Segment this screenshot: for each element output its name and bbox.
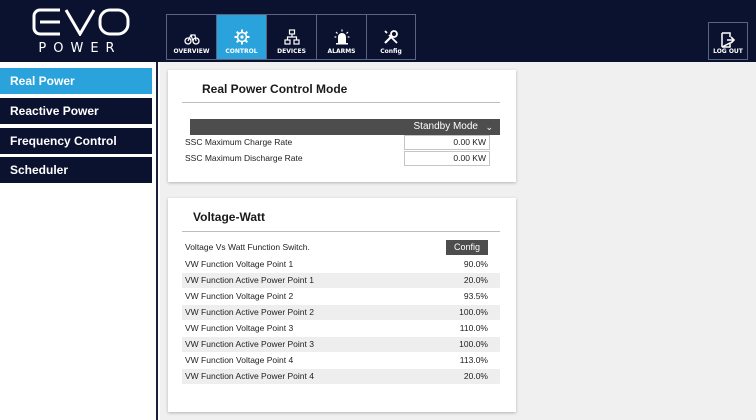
table-row: VW Function Active Power Point 1 20.0%: [182, 273, 500, 288]
row-label: SSC Maximum Discharge Rate: [185, 153, 303, 163]
table-row: VW Function Voltage Point 4 113.0%: [182, 353, 500, 368]
sidebar-item-reactive-power[interactable]: Reactive Power: [0, 98, 152, 124]
max-discharge-rate-field[interactable]: 0.00 KW: [404, 151, 490, 166]
siren-icon: [334, 29, 349, 45]
main-content: Real Power Control Mode Standby Mode ⌄ S…: [160, 62, 756, 420]
logout-label: LOG OUT: [713, 48, 743, 55]
top-bar: POWER OVERVIEW CONTROL DEVICES ALARMS Co…: [0, 0, 756, 62]
row-value: 113.0%: [459, 355, 488, 365]
row-value: 20.0%: [463, 371, 488, 381]
table-row: VW Function Voltage Point 3 110.0%: [182, 321, 500, 336]
nav-alarms-button[interactable]: ALARMS: [316, 14, 366, 60]
nav-config-label: Config: [380, 48, 402, 55]
nav-config-button[interactable]: Config: [366, 14, 416, 60]
evo-logo-icon: [32, 8, 130, 36]
row-label: Voltage Vs Watt Function Switch.: [185, 242, 310, 252]
row-label: VW Function Voltage Point 1: [185, 259, 294, 269]
voltage-watt-panel: Voltage-Watt Voltage Vs Watt Function Sw…: [168, 198, 516, 412]
table-row: VW Function Active Power Point 3 100.0%: [182, 337, 500, 352]
nav-devices-button[interactable]: DEVICES: [266, 14, 316, 60]
evo-power-logo: POWER: [12, 8, 152, 56]
nav-devices-label: DEVICES: [277, 48, 306, 55]
mode-select[interactable]: Standby Mode ⌄: [190, 119, 500, 135]
row-value: 110.0%: [459, 323, 488, 333]
table-row: VW Function Voltage Point 2 93.5%: [182, 289, 500, 304]
sidebar-item-real-power[interactable]: Real Power: [0, 68, 152, 94]
wrench-screwdriver-icon: [384, 30, 398, 44]
row-value: 20.0%: [463, 275, 488, 285]
row-label: VW Function Voltage Point 4: [185, 355, 294, 365]
row-label: VW Function Active Power Point 2: [185, 307, 314, 317]
row-label: VW Function Active Power Point 3: [185, 339, 314, 349]
mode-select-value: Standby Mode: [413, 121, 479, 132]
row-label: VW Function Active Power Point 1: [185, 275, 314, 285]
table-row: VW Function Active Power Point 4 20.0%: [182, 369, 500, 384]
row-value: 100.0%: [459, 339, 488, 349]
panel-divider: [182, 102, 500, 103]
sidebar: Real Power Reactive Power Frequency Cont…: [0, 62, 158, 420]
row-value: 90.0%: [463, 259, 488, 269]
row-label: VW Function Voltage Point 3: [185, 323, 294, 333]
panel-divider: [182, 231, 500, 232]
row-label: VW Function Active Power Point 4: [185, 371, 314, 381]
nav-control-label: CONTROL: [225, 48, 258, 55]
bicycle-icon: [183, 34, 200, 45]
sidebar-item-frequency-control[interactable]: Frequency Control: [0, 128, 152, 154]
evo-logo-mark: [32, 8, 132, 36]
nav-control-button[interactable]: CONTROL: [216, 14, 266, 60]
row-value: 100.0%: [459, 307, 488, 317]
table-row: VW Function Active Power Point 2 100.0%: [182, 305, 500, 320]
logout-icon: [721, 32, 736, 48]
nav-overview-button[interactable]: OVERVIEW: [166, 14, 216, 60]
row-label: VW Function Voltage Point 2: [185, 291, 294, 301]
table-row: VW Function Voltage Point 1 90.0%: [182, 257, 500, 272]
row-value: 93.5%: [463, 291, 488, 301]
real-power-title: Real Power Control Mode: [202, 82, 348, 96]
logout-button[interactable]: LOG OUT: [708, 22, 748, 60]
row-label: SSC Maximum Charge Rate: [185, 137, 293, 147]
config-button[interactable]: Config: [446, 240, 488, 255]
voltage-watt-title: Voltage-Watt: [193, 210, 265, 224]
real-power-panel: Real Power Control Mode Standby Mode ⌄ S…: [168, 70, 516, 182]
max-charge-rate-field[interactable]: 0.00 KW: [404, 135, 490, 150]
network-icon: [283, 29, 300, 45]
logo-word: POWER: [38, 41, 122, 56]
chevron-down-icon: ⌄: [485, 122, 493, 132]
nav-alarms-label: ALARMS: [327, 48, 356, 55]
sidebar-item-scheduler[interactable]: Scheduler: [0, 157, 152, 183]
gear-icon: [234, 29, 249, 45]
nav-overview-label: OVERVIEW: [173, 48, 210, 55]
main-nav: OVERVIEW CONTROL DEVICES ALARMS Config: [166, 14, 416, 60]
